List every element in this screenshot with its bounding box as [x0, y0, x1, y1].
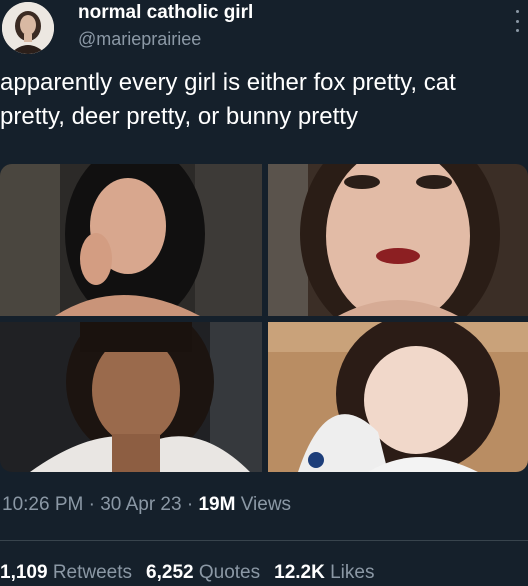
photo-1[interactable]: [0, 164, 262, 316]
quotes-stat[interactable]: 6,252 Quotes: [146, 562, 260, 583]
tweet-header: normal catholic girl @marieprairiee: [0, 0, 528, 62]
likes-count: 12.2K: [274, 562, 325, 583]
likes-stat[interactable]: 12.2K Likes: [274, 562, 374, 583]
tweet-meta: 10:26 PM · 30 Apr 23 · 19M Views: [2, 494, 291, 516]
tweet-time[interactable]: 10:26 PM: [2, 494, 83, 515]
quotes-label: Quotes: [198, 562, 261, 583]
meta-separator: ·: [83, 494, 101, 515]
retweets-stat[interactable]: 1,109 Retweets: [0, 562, 132, 583]
media-grid: [0, 164, 528, 472]
author-handle[interactable]: @marieprairiee: [78, 29, 201, 50]
photo-3[interactable]: [0, 322, 262, 472]
photo-2[interactable]: [268, 164, 528, 316]
divider: [0, 540, 528, 541]
tweet-stats: 1,109 Retweets 6,252 Quotes 12.2K Likes: [0, 562, 374, 584]
more-options-icon[interactable]: [514, 10, 520, 32]
avatar[interactable]: [2, 2, 54, 54]
retweets-count: 1,109: [0, 562, 48, 583]
views-label: Views: [240, 494, 292, 515]
retweets-label: Retweets: [52, 562, 133, 583]
views-count: 19M: [198, 494, 236, 515]
tweet-text: apparently every girl is either fox pret…: [0, 69, 456, 130]
author-name[interactable]: normal catholic girl: [78, 2, 253, 24]
quotes-count: 6,252: [146, 562, 194, 583]
likes-label: Likes: [330, 562, 375, 583]
photo-4[interactable]: [268, 322, 528, 472]
tweet-date[interactable]: 30 Apr 23: [100, 494, 181, 515]
meta-separator: ·: [181, 494, 199, 515]
